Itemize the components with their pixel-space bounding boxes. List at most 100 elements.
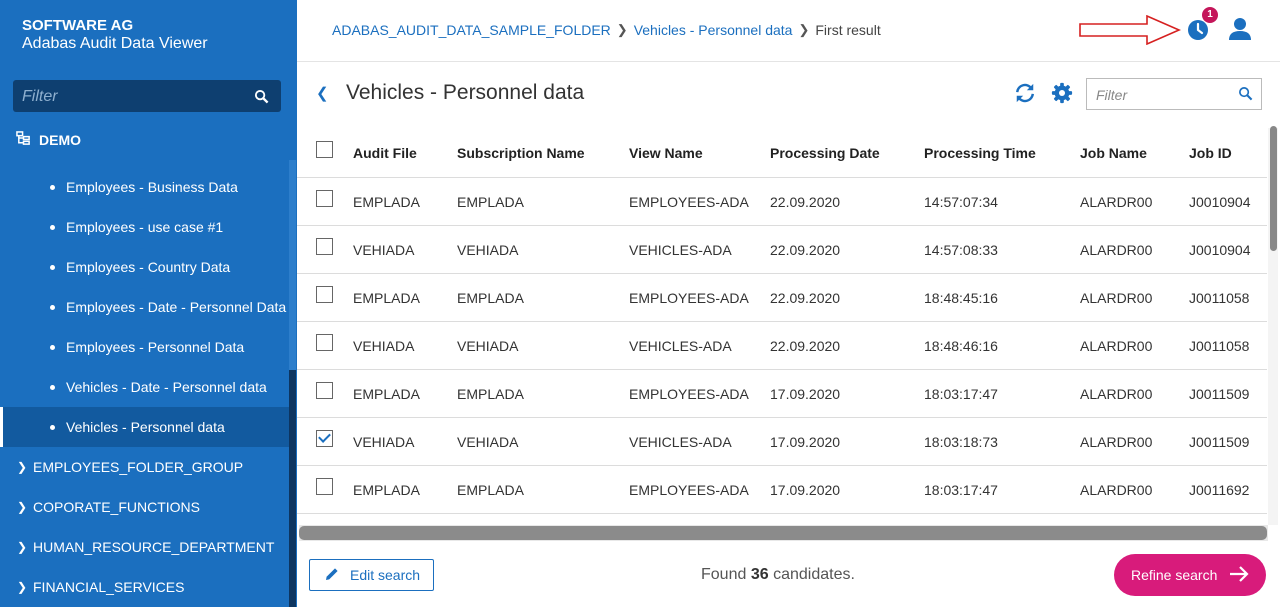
found-count: 36	[750, 566, 769, 583]
cell-job-id: J0011509	[1189, 433, 1250, 450]
sidebar-group-label: FINANCIAL_SERVICES	[33, 579, 185, 595]
sidebar-item-label: Employees - Date - Personnel Data	[66, 299, 287, 315]
refine-search-button[interactable]: Refine search	[1114, 554, 1266, 596]
sidebar-item-label: Employees - Country Data	[66, 259, 231, 275]
cell-processing-date: 22.09.2020	[770, 241, 841, 258]
select-all-checkbox[interactable]	[316, 141, 333, 158]
sidebar-item[interactable]: Employees - use case #1	[0, 207, 289, 247]
sidebar-group[interactable]: ❯ COPORATE_FUNCTIONS	[0, 487, 289, 527]
cell-job-name: ALARDR00	[1080, 337, 1153, 354]
table-row[interactable]: VEHIADA VEHIADA VEHICLES-ADA 22.09.2020 …	[297, 226, 1267, 274]
tree-icon	[16, 131, 31, 149]
table-row[interactable]: VEHIADA VEHIADA VEHICLES-ADA 22.09.2020 …	[297, 322, 1267, 370]
row-checkbox[interactable]	[316, 238, 333, 255]
sidebar-filter-input[interactable]: Filter	[13, 80, 281, 112]
row-checkbox[interactable]	[316, 334, 333, 351]
column-header-processing-date[interactable]: Processing Date	[770, 128, 880, 177]
column-header-job-id[interactable]: Job ID	[1189, 128, 1232, 177]
column-header-audit-file[interactable]: Audit File	[353, 128, 417, 177]
edit-search-button[interactable]: Edit search	[309, 559, 434, 591]
page-title: Vehicles - Personnel data	[346, 81, 585, 104]
table-filter-input[interactable]: Filter	[1086, 78, 1262, 110]
chevron-right-icon: ❯	[17, 580, 28, 594]
cell-audit-file: EMPLADA	[353, 385, 420, 402]
chevron-right-icon: ❯	[17, 460, 28, 474]
cell-job-id: J0010904	[1189, 193, 1251, 210]
table-row-selected[interactable]: VEHIADA VEHIADA VEHICLES-ADA 17.09.2020 …	[297, 418, 1267, 466]
cell-job-name: ALARDR00	[1080, 193, 1153, 210]
sidebar-item[interactable]: Employees - Date - Personnel Data	[0, 287, 289, 327]
breadcrumb: ADABAS_AUDIT_DATA_SAMPLE_FOLDER ❯ Vehicl…	[332, 22, 881, 38]
found-count-text: Found 36 candidates.	[701, 566, 855, 584]
back-chevron-icon[interactable]: ❮	[316, 84, 329, 102]
table-header-row: Audit File Subscription Name View Name P…	[297, 128, 1267, 178]
cell-processing-time: 14:57:08:33	[924, 241, 998, 258]
app-name: Adabas Audit Data Viewer	[22, 35, 208, 52]
pencil-icon	[324, 566, 340, 585]
row-checkbox[interactable]	[316, 286, 333, 303]
table-row[interactable]: EMPLADA EMPLADA EMPLOYEES-ADA 22.09.2020…	[297, 178, 1267, 226]
cell-processing-date: 17.09.2020	[770, 433, 841, 450]
table-row[interactable]: EMPLADA EMPLADA EMPLOYEES-ADA 17.09.2020…	[297, 370, 1267, 418]
sidebar-item-label: Vehicles - Date - Personnel data	[66, 379, 267, 395]
cell-job-name: ALARDR00	[1080, 289, 1153, 306]
cell-job-name: ALARDR00	[1080, 481, 1153, 498]
tree-root-demo[interactable]: DEMO	[16, 131, 81, 149]
column-header-subscription-name[interactable]: Subscription Name	[457, 128, 585, 177]
cell-view-name: VEHICLES-ADA	[629, 337, 732, 354]
breadcrumb-view[interactable]: Vehicles - Personnel data	[634, 22, 793, 38]
table-vertical-scrollbar-thumb[interactable]	[1270, 126, 1277, 251]
row-checkbox[interactable]	[316, 190, 333, 207]
column-header-processing-time[interactable]: Processing Time	[924, 128, 1036, 177]
cell-job-id: J0011058	[1189, 289, 1250, 306]
sidebar-scrollbar-thumb[interactable]	[289, 370, 296, 607]
sidebar-item[interactable]: Employees - Personnel Data	[0, 327, 289, 367]
sidebar-item[interactable]: Employees - Country Data	[0, 247, 289, 287]
row-checkbox-checked[interactable]	[316, 430, 333, 447]
cell-audit-file: VEHIADA	[353, 337, 415, 354]
row-checkbox[interactable]	[316, 382, 333, 399]
sidebar-item-label: Employees - Business Data	[66, 179, 238, 195]
sidebar-group[interactable]: ❯ HUMAN_RESOURCE_DEPARTMENT	[0, 527, 289, 567]
row-checkbox[interactable]	[316, 478, 333, 495]
found-prefix: Found	[701, 566, 747, 583]
column-header-view-name[interactable]: View Name	[629, 128, 703, 177]
tree-root-label: DEMO	[39, 132, 81, 148]
sidebar-group[interactable]: ❯ FINANCIAL_SERVICES	[0, 567, 289, 607]
cell-processing-time: 18:48:45:16	[924, 289, 998, 306]
sidebar: SOFTWARE AG Adabas Audit Data Viewer Fil…	[0, 0, 297, 607]
bullet-icon	[50, 384, 55, 390]
found-suffix: candidates.	[773, 566, 855, 583]
cell-audit-file: VEHIADA	[353, 433, 415, 450]
sidebar-item-label: Vehicles - Personnel data	[66, 419, 225, 435]
bullet-icon	[50, 224, 55, 230]
cell-audit-file: EMPLADA	[353, 289, 420, 306]
table-row[interactable]: EMPLADA EMPLADA EMPLOYEES-ADA 17.09.2020…	[297, 466, 1267, 514]
cell-audit-file: VEHIADA	[353, 241, 415, 258]
table-row[interactable]: EMPLADA EMPLADA EMPLOYEES-ADA 22.09.2020…	[297, 274, 1267, 322]
sidebar-item-active[interactable]: Vehicles - Personnel data	[0, 407, 289, 447]
gear-icon[interactable]	[1051, 82, 1073, 109]
cell-processing-time: 18:03:17:47	[924, 481, 998, 498]
user-icon[interactable]	[1229, 17, 1251, 46]
cell-view-name: EMPLOYEES-ADA	[629, 385, 749, 402]
column-header-job-name[interactable]: Job Name	[1080, 128, 1147, 177]
refresh-icon[interactable]	[1014, 82, 1036, 109]
table-horizontal-scrollbar-thumb[interactable]	[299, 526, 1267, 540]
cell-subscription-name: VEHIADA	[457, 433, 519, 450]
sidebar-item[interactable]: Employees - Business Data	[0, 167, 289, 207]
search-icon[interactable]	[254, 89, 269, 109]
cell-job-name: ALARDR00	[1080, 241, 1153, 258]
cell-processing-time: 18:03:17:47	[924, 385, 998, 402]
cell-subscription-name: EMPLADA	[457, 289, 524, 306]
cell-subscription-name: VEHIADA	[457, 337, 519, 354]
search-icon[interactable]	[1238, 86, 1253, 106]
cell-processing-date: 22.09.2020	[770, 289, 841, 306]
sidebar-group[interactable]: ❯ EMPLOYEES_FOLDER_GROUP	[0, 447, 289, 487]
sidebar-item[interactable]: Vehicles - Date - Personnel data	[0, 367, 289, 407]
chevron-right-icon: ❯	[616, 22, 628, 37]
cell-view-name: VEHICLES-ADA	[629, 433, 732, 450]
breadcrumb-folder[interactable]: ADABAS_AUDIT_DATA_SAMPLE_FOLDER	[332, 22, 611, 38]
clock-icon[interactable]	[1187, 19, 1209, 46]
breadcrumb-current: First result	[815, 22, 881, 38]
